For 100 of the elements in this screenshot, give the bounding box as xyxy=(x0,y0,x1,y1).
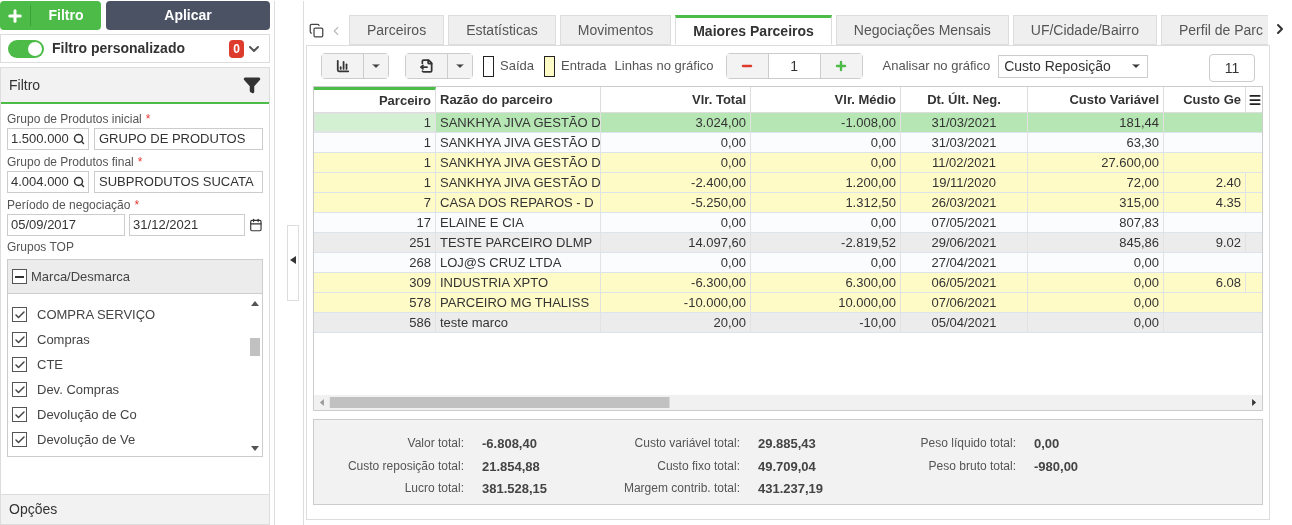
table-cell: 06/05/2021 xyxy=(901,273,1028,292)
checkbox[interactable] xyxy=(12,382,27,397)
table-cell: 309 xyxy=(314,273,436,292)
total-value: 381.528,15 xyxy=(482,480,548,498)
group-item[interactable]: CTE xyxy=(12,352,248,377)
tab[interactable]: Perfil de Parc xyxy=(1160,15,1268,45)
required-mark: * xyxy=(137,154,143,171)
column-header[interactable]: Vlr. Total xyxy=(601,87,751,112)
description-field[interactable]: GRUPO DE PRODUTOS xyxy=(94,128,263,150)
column-header[interactable]: Custo Variável xyxy=(1028,87,1164,112)
dropdown-button[interactable] xyxy=(363,54,388,78)
table-cell: SANKHYA JIVA GESTÃO D xyxy=(436,133,601,152)
table-cell: 6.08 xyxy=(1164,273,1246,292)
group-item[interactable]: COMPRA SERVIÇO xyxy=(12,302,248,327)
field-label: Grupo de Produtos final xyxy=(7,154,134,171)
table-row[interactable]: 17 ELAINE E CIA 0,00 0,00 07/05/2021 807,83 xyxy=(314,213,1262,233)
menu-icon[interactable] xyxy=(1248,93,1262,107)
table-row[interactable]: 1 SANKHYA JIVA GESTÃO D 3.024,00 -1.008,00 31/03/2021 181,44 xyxy=(314,113,1262,133)
export-button[interactable] xyxy=(406,54,447,78)
table-row[interactable]: 251 TESTE PARCEIRO DLMP 14.097,60 -2.819,52 29/06/2021 845,86 9.02 xyxy=(314,233,1262,253)
group-item[interactable]: Dev. Compras xyxy=(12,377,248,402)
table-cell: 1 xyxy=(314,133,436,152)
end-date-field[interactable]: 31/12/2021 xyxy=(129,214,246,236)
table-cell: 0,00 xyxy=(1028,313,1164,332)
custom-filter-label: Filtro personalizado xyxy=(52,39,186,58)
count-badge: 0 xyxy=(229,39,244,58)
column-header[interactable]: Vlr. Médio xyxy=(751,87,901,112)
table-cell: 578 xyxy=(314,293,436,312)
chart-button[interactable] xyxy=(322,54,363,78)
copy-icon[interactable] xyxy=(309,23,324,38)
search-icon[interactable] xyxy=(73,133,85,145)
table-row[interactable]: 1 SANKHYA JIVA GESTÃO D 0,00 0,00 31/03/2021 63,30 xyxy=(314,133,1262,153)
description-field[interactable]: SUBPRODUTOS SUCATA xyxy=(94,171,263,193)
total-value: 0,00 xyxy=(1034,435,1060,453)
table-row[interactable]: 309 INDUSTRIA XPTO -6.300,00 6.300,00 06/05/2021 0,00 6.08 xyxy=(314,273,1262,293)
group-item[interactable]: Devolução de Co xyxy=(12,402,248,427)
table-cell: ELAINE E CIA xyxy=(436,213,601,232)
table-cell: 7 xyxy=(314,193,436,212)
calendar-icon[interactable] xyxy=(249,218,263,232)
filter-icon[interactable] xyxy=(243,76,261,94)
table-row[interactable]: 1 SANKHYA JIVA GESTÃO D -2.400,00 1.200,00 19/11/2020 72,00 2.40 xyxy=(314,173,1262,193)
table-cell: -2.400,00 xyxy=(601,173,751,192)
export-icon xyxy=(419,59,434,73)
table-row[interactable]: 586 teste marco 20,00 -10,00 05/04/2021 0,00 xyxy=(314,313,1262,333)
table-cell: 1.312,50 xyxy=(751,193,901,212)
tab[interactable]: Estatísticas xyxy=(448,15,556,45)
table-row[interactable]: 578 PARCEIRO MG THALISS -10.000,00 10.000,00 07/06/2021 0,00 xyxy=(314,293,1262,313)
code-field[interactable]: 4.004.000 xyxy=(7,171,89,193)
table-cell: 27.600,00 xyxy=(1028,153,1164,172)
horizontal-scrollbar[interactable] xyxy=(314,395,1262,410)
checkbox[interactable] xyxy=(12,357,27,372)
required-mark: * xyxy=(134,197,140,214)
total-label: Margem contrib. total: xyxy=(622,480,740,497)
tab[interactable]: UF/Cidade/Bairro xyxy=(1012,15,1157,45)
plus-icon xyxy=(6,6,24,25)
group-item[interactable]: Compras xyxy=(12,327,248,352)
total-value: -980,00 xyxy=(1034,457,1079,476)
table-cell: 05/04/2021 xyxy=(901,313,1028,332)
checkbox[interactable] xyxy=(12,407,27,422)
collapse-button[interactable] xyxy=(287,225,299,301)
lines-field[interactable]: 1 xyxy=(767,54,821,78)
table-cell: 0,00 xyxy=(601,133,751,152)
table-cell: INDUSTRIA XPTO xyxy=(436,273,601,292)
legend-label: Entrada xyxy=(561,57,607,76)
tab[interactable]: Maiores Parceiros xyxy=(675,15,832,45)
column-header[interactable]: Razão do parceiro xyxy=(436,87,601,112)
checkbox[interactable] xyxy=(12,432,27,447)
field-label: Período de negociação xyxy=(7,197,131,214)
table-cell: -6.300,00 xyxy=(601,273,751,292)
dropdown-button[interactable] xyxy=(447,54,472,78)
toggle-switch[interactable] xyxy=(8,39,44,58)
total-label: Peso bruto total: xyxy=(927,457,1016,475)
table-cell: -5.250,00 xyxy=(601,193,751,212)
table-cell: LOJ@S CRUZ LTDA xyxy=(436,253,601,272)
analyze-select[interactable]: Custo Reposição xyxy=(998,54,1149,78)
table-cell: SANKHYA JIVA GESTÃO D xyxy=(436,153,601,172)
table-row[interactable]: 1 SANKHYA JIVA GESTÃO D 0,00 0,00 11/02/2021 27.600,00 xyxy=(314,153,1262,173)
field-label: Grupo de Produtos inicial xyxy=(7,111,142,128)
table-cell: PARCEIRO MG THALISS xyxy=(436,293,601,312)
partial-check-icon[interactable] xyxy=(12,269,27,284)
group-item[interactable]: Devolução de Ve xyxy=(12,427,248,452)
total-value: 21.854,88 xyxy=(482,457,540,476)
column-header[interactable]: Custo Ge xyxy=(1164,87,1246,112)
total-value: 431.237,19 xyxy=(758,480,824,498)
code-field[interactable]: 1.500.000 xyxy=(7,128,89,150)
table-row[interactable]: 7 CASA DOS REPAROS - D -5.250,00 1.312,50 26/03/2021 315,00 4.35 xyxy=(314,193,1262,213)
start-date-field[interactable]: 05/09/2017 xyxy=(7,214,126,236)
checkbox[interactable] xyxy=(12,307,27,322)
checkbox[interactable] xyxy=(12,332,27,347)
search-icon[interactable] xyxy=(73,176,85,188)
tab[interactable]: Negociações Mensais xyxy=(835,15,1009,45)
tab[interactable]: Movimentos xyxy=(559,15,672,45)
lines-label: Linhas no gráfico xyxy=(614,57,714,76)
table-cell: -2.819,52 xyxy=(751,233,901,252)
apply-button[interactable]: Aplicar xyxy=(106,1,270,30)
tab[interactable]: Parceiros xyxy=(349,15,445,45)
table-cell: 0,00 xyxy=(1028,273,1164,292)
column-header[interactable]: Dt. Últ. Neg. xyxy=(901,87,1028,112)
table-row[interactable]: 268 LOJ@S CRUZ LTDA 0,00 0,00 27/04/2021 0,00 xyxy=(314,253,1262,273)
bar-chart-icon xyxy=(335,59,350,73)
